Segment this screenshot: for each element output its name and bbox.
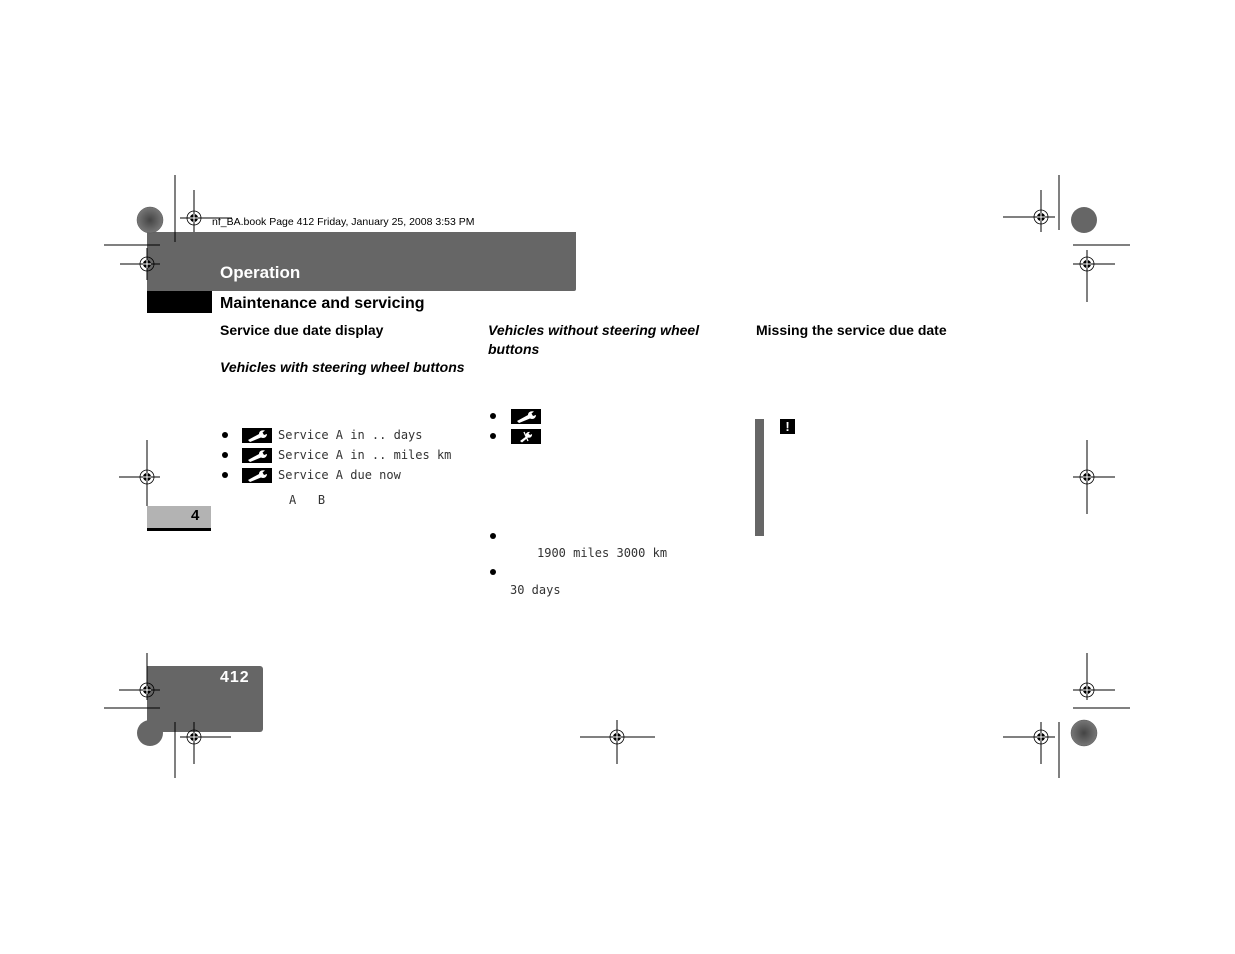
- wrench-icon: [242, 468, 272, 483]
- bullet: [490, 413, 496, 419]
- wrench-warning-icon: [511, 429, 541, 444]
- service-types: A B: [289, 493, 326, 507]
- bullet: [222, 472, 228, 478]
- wrench-icon: [242, 448, 272, 463]
- service-message: Service A due now: [278, 468, 401, 482]
- wrench-icon: [511, 409, 541, 424]
- col1-subheading: Vehicles with steering wheel buttons: [220, 359, 465, 375]
- bullet: [222, 452, 228, 458]
- chapter-tab-rule: [147, 528, 211, 531]
- threshold-days: 30 days: [510, 583, 561, 597]
- col2-subheading: Vehicles without steering wheel buttons: [488, 322, 700, 357]
- page-number: 412: [220, 669, 250, 686]
- threshold-distance: 1900 miles 3000 km: [537, 546, 668, 560]
- chapter-title: Operation: [220, 263, 301, 282]
- chapter-number: 4: [191, 507, 200, 524]
- exclamation-icon: !: [780, 419, 795, 434]
- note-sidebar: [755, 419, 764, 536]
- section-marker: [147, 291, 212, 313]
- bullet: [490, 533, 496, 539]
- print-slug: nf_BA.book Page 412 Friday, January 25, …: [212, 216, 475, 228]
- chapter-header-bar: [147, 232, 576, 291]
- wrench-icon: [242, 428, 272, 443]
- section-title: Maintenance and servicing: [220, 295, 425, 312]
- bullet: [222, 432, 228, 438]
- service-message: Service A in .. miles km: [278, 448, 452, 462]
- col3-heading: Missing the service due date: [756, 322, 947, 338]
- print-marks: [104, 175, 1130, 778]
- service-message: Service A in .. days: [278, 428, 423, 442]
- bullet: [490, 569, 496, 575]
- chapter-tab: [147, 506, 211, 528]
- col1-heading: Service due date display: [220, 322, 384, 338]
- bullet: [490, 433, 496, 439]
